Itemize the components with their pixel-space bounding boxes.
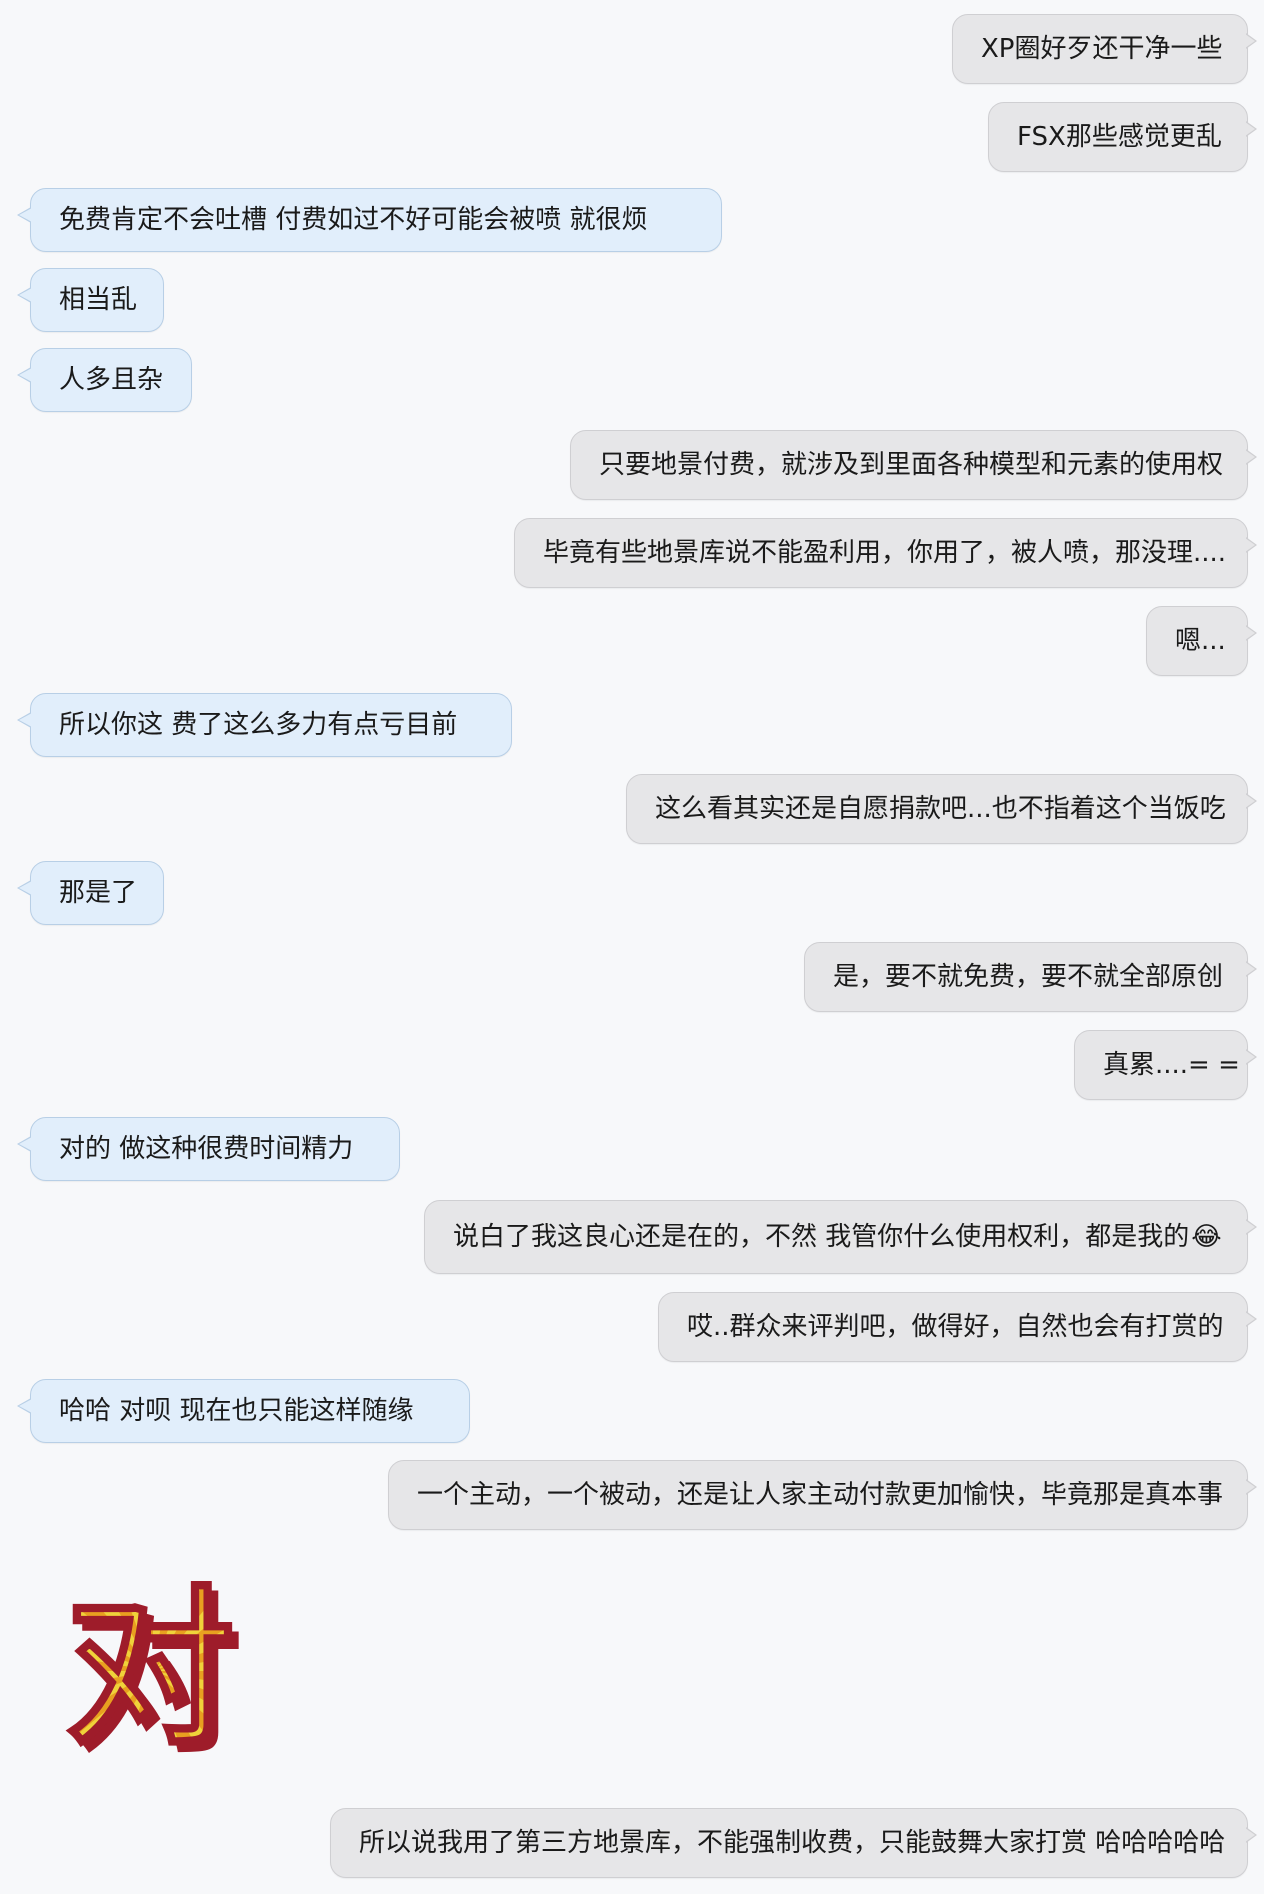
- message-bubble-outgoing[interactable]: FSX那些感觉更乱: [988, 102, 1257, 172]
- message-text: 所以你这 费了这么多力有点亏目前: [59, 710, 458, 740]
- message-text: 一个主动，一个被动，还是让人家主动付款更加愉快，毕竟那是真本事: [417, 1480, 1224, 1510]
- message-bubble-outgoing[interactable]: 所以说我用了第三方地景库，不能强制收费，只能鼓舞大家打赏 哈哈哈哈哈: [330, 1808, 1257, 1878]
- sticker-main-glyph: 对: [65, 1576, 235, 1766]
- message-text: 是，要不就免费，要不就全部原创: [833, 962, 1224, 992]
- message-text: 毕竟有些地景库说不能盈利用，你用了，被人喷，那没理....: [543, 538, 1227, 568]
- message-text: 人多且杂: [59, 365, 164, 395]
- message-text: 嗯...: [1175, 626, 1226, 656]
- message-text: 哈哈 对呗 现在也只能这样随缘: [59, 1396, 414, 1426]
- message-bubble-incoming[interactable]: 相当乱: [17, 268, 164, 332]
- dui-sticker-icon: 对 对: [63, 1570, 243, 1778]
- message-bubble-incoming[interactable]: 免费肯定不会吐槽 付费如过不好可能会被喷 就很烦: [17, 188, 722, 252]
- message-text: 说白了我这良心还是在的，不然 我管你什么使用权利，都是我的: [453, 1222, 1190, 1252]
- message-bubble-outgoing[interactable]: XP圈好歹还干净一些: [952, 14, 1257, 84]
- message-text: 对的 做这种很费时间精力: [59, 1134, 354, 1164]
- message-bubble-incoming[interactable]: 人多且杂: [17, 348, 192, 412]
- message-text: 免费肯定不会吐槽 付费如过不好可能会被喷 就很烦: [59, 205, 648, 235]
- message-bubble-outgoing[interactable]: 说白了我这良心还是在的，不然 我管你什么使用权利，都是我的 😂: [424, 1200, 1257, 1274]
- dui-sticker-image[interactable]: 对 对: [58, 1570, 248, 1778]
- message-text: 只要地景付费，就涉及到里面各种模型和元素的使用权: [599, 450, 1224, 480]
- message-bubble-incoming[interactable]: 对的 做这种很费时间精力: [17, 1117, 400, 1181]
- message-bubble-outgoing[interactable]: 哎..群众来评判吧，做得好，自然也会有打赏的: [658, 1292, 1257, 1362]
- message-text: 哎..群众来评判吧，做得好，自然也会有打赏的: [687, 1312, 1224, 1342]
- message-text: 所以说我用了第三方地景库，不能强制收费，只能鼓舞大家打赏 哈哈哈哈哈: [359, 1828, 1226, 1858]
- message-bubble-outgoing[interactable]: 只要地景付费，就涉及到里面各种模型和元素的使用权: [570, 430, 1257, 500]
- message-bubble-outgoing[interactable]: 真累....= =: [1074, 1030, 1257, 1100]
- message-bubble-outgoing[interactable]: 这么看其实还是自愿捐款吧...也不指着这个当饭吃: [626, 774, 1257, 844]
- message-bubble-incoming[interactable]: 那是了: [17, 861, 164, 925]
- message-text: 这么看其实还是自愿捐款吧...也不指着这个当饭吃: [655, 794, 1226, 824]
- message-bubble-incoming[interactable]: 所以你这 费了这么多力有点亏目前: [17, 693, 512, 757]
- message-text: XP圈好歹还干净一些: [981, 34, 1223, 64]
- message-bubble-incoming[interactable]: 哈哈 对呗 现在也只能这样随缘: [17, 1379, 470, 1443]
- message-bubble-outgoing[interactable]: 嗯...: [1146, 606, 1257, 676]
- message-bubble-outgoing[interactable]: 毕竟有些地景库说不能盈利用，你用了，被人喷，那没理....: [514, 518, 1257, 588]
- message-bubble-outgoing[interactable]: 一个主动，一个被动，还是让人家主动付款更加愉快，毕竟那是真本事: [388, 1460, 1257, 1530]
- message-text: 那是了: [59, 878, 138, 908]
- message-text: 真累....= =: [1103, 1050, 1240, 1080]
- message-text: FSX那些感觉更乱: [1017, 122, 1222, 152]
- message-text: 相当乱: [59, 285, 138, 315]
- chat-transcript: XP圈好歹还干净一些 FSX那些感觉更乱 免费肯定不会吐槽 付费如过不好可能会被…: [0, 0, 1264, 1894]
- message-bubble-outgoing[interactable]: 是，要不就免费，要不就全部原创: [804, 942, 1257, 1012]
- laughing-tears-emoji-icon: 😂: [1191, 1222, 1222, 1252]
